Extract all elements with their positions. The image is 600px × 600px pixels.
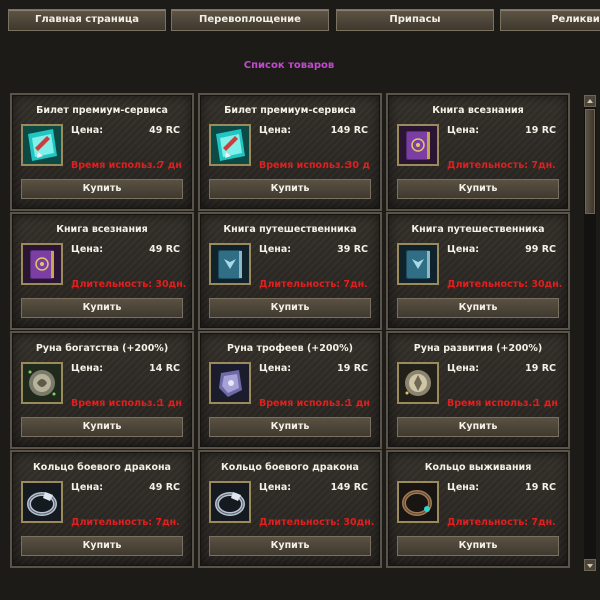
- buy-button[interactable]: Купить: [397, 417, 559, 437]
- duration-label: Длительность: 30дн.: [259, 517, 375, 528]
- knowledge-book-icon: [397, 124, 439, 166]
- buy-button[interactable]: Купить: [21, 298, 183, 318]
- dragon-ring-icon: [209, 481, 251, 523]
- price-label: Цена:: [259, 482, 292, 493]
- price-label: Цена:: [259, 363, 292, 374]
- scroll-down-arrow-icon[interactable]: [584, 559, 596, 571]
- product-card: Руна богатства (+200%) Цена: 14 RC Время ис…: [10, 331, 194, 449]
- product-card: Книга всезнания Цена: 49 RC Длительность: 3…: [10, 212, 194, 330]
- duration-label: Длительность: 30дн.: [71, 279, 187, 290]
- traveler-book-icon: [397, 243, 439, 285]
- product-card: Кольцо выживания Цена: 19 RC Длительность: …: [386, 450, 570, 568]
- scroll-thumb[interactable]: [585, 109, 595, 214]
- product-name: Руна трофеев (+200%): [227, 343, 353, 354]
- buy-button[interactable]: Купить: [21, 417, 183, 437]
- price-value: 19 RC: [525, 363, 556, 374]
- dragon-ring-icon: [21, 481, 63, 523]
- price-label: Цена:: [259, 125, 292, 136]
- product-card: Книга путешественника Цена: 39 RC Длительно…: [198, 212, 382, 330]
- price-value: 49 RC: [149, 125, 180, 136]
- duration-label: Длительность: 7дн.: [447, 517, 556, 528]
- price-value: 19 RC: [525, 125, 556, 136]
- product-name: Кольцо выживания: [424, 462, 532, 473]
- product-name: Билет премиум-сервиса: [36, 105, 168, 116]
- price-value: 49 RC: [149, 244, 180, 255]
- duration-value: 7 дн: [157, 160, 182, 171]
- duration-label: Время использ.:: [447, 398, 536, 409]
- premium-ticket-icon: [209, 124, 251, 166]
- duration-label: Время использ.:: [71, 398, 160, 409]
- knowledge-book-icon: [21, 243, 63, 285]
- top-nav-tabs: Главная страница Перевоплощение Припасы …: [0, 9, 600, 31]
- price-label: Цена:: [447, 363, 480, 374]
- price-label: Цена:: [71, 125, 104, 136]
- tab-home[interactable]: Главная страница: [8, 9, 166, 31]
- duration-value: 1 дн: [533, 398, 558, 409]
- price-label: Цена:: [447, 125, 480, 136]
- duration-label: Длительность: 7дн.: [259, 279, 368, 290]
- price-value: 39 RC: [337, 244, 368, 255]
- product-name: Книга путешественника: [411, 224, 545, 235]
- buy-button[interactable]: Купить: [397, 536, 559, 556]
- product-card: Билет премиум-сервиса Цена: 49 RC Время исп…: [10, 93, 194, 211]
- product-card: Руна развития (+200%) Цена: 19 RC Время исп…: [386, 331, 570, 449]
- duration-label: Длительность: 7дн.: [447, 160, 556, 171]
- product-name: Кольцо боевого дракона: [33, 462, 171, 473]
- product-name: Кольцо боевого дракона: [221, 462, 359, 473]
- buy-button[interactable]: Купить: [21, 536, 183, 556]
- tab-transformation[interactable]: Перевоплощение: [171, 9, 329, 31]
- duration-label: Время использ.:: [259, 398, 348, 409]
- buy-button[interactable]: Купить: [209, 298, 371, 318]
- duration-label: Длительность: 7дн.: [71, 517, 180, 528]
- duration-value: 1 дн: [345, 398, 370, 409]
- price-label: Цена:: [71, 363, 104, 374]
- product-card: Билет премиум-сервиса Цена: 149 RC Время ис…: [198, 93, 382, 211]
- price-label: Цена:: [71, 482, 104, 493]
- trophy-rune-icon: [209, 362, 251, 404]
- product-name: Книга всезнания: [432, 105, 524, 116]
- price-value: 19 RC: [525, 482, 556, 493]
- product-card: Книга путешественника Цена: 99 RC Длительно…: [386, 212, 570, 330]
- buy-button[interactable]: Купить: [209, 179, 371, 199]
- scrollbar[interactable]: [584, 95, 596, 571]
- duration-label: Длительность: 30дн.: [447, 279, 563, 290]
- buy-button[interactable]: Купить: [209, 536, 371, 556]
- duration-label: Время использ.:: [71, 160, 160, 171]
- buy-button[interactable]: Купить: [21, 179, 183, 199]
- growth-rune-icon: [397, 362, 439, 404]
- price-value: 14 RC: [149, 363, 180, 374]
- buy-button[interactable]: Купить: [209, 417, 371, 437]
- price-label: Цена:: [447, 244, 480, 255]
- price-value: 99 RC: [525, 244, 556, 255]
- survival-ring-icon: [397, 481, 439, 523]
- buy-button[interactable]: Купить: [397, 298, 559, 318]
- price-value: 49 RC: [149, 482, 180, 493]
- product-name: Руна богатства (+200%): [35, 343, 169, 354]
- product-card: Руна трофеев (+200%) Цена: 19 RC Время испо…: [198, 331, 382, 449]
- price-value: 149 RC: [330, 482, 368, 493]
- duration-label: Время использ.:: [259, 160, 348, 171]
- price-label: Цена:: [71, 244, 104, 255]
- product-name: Книга всезнания: [56, 224, 148, 235]
- product-name: Книга путешественника: [223, 224, 357, 235]
- duration-value: 1 дн: [157, 398, 182, 409]
- price-value: 19 RC: [337, 363, 368, 374]
- price-label: Цена:: [259, 244, 292, 255]
- product-name: Руна развития (+200%): [413, 343, 543, 354]
- product-card: Книга всезнания Цена: 19 RC Длительность: 7…: [386, 93, 570, 211]
- price-value: 149 RC: [330, 125, 368, 136]
- product-list-title: Список товаров: [243, 60, 335, 71]
- product-card: Кольцо боевого дракона Цена: 149 RC Длитель…: [198, 450, 382, 568]
- product-card: Кольцо боевого дракона Цена: 49 RC Длительн…: [10, 450, 194, 568]
- traveler-book-icon: [209, 243, 251, 285]
- product-name: Билет премиум-сервиса: [224, 105, 356, 116]
- tab-supplies[interactable]: Припасы: [336, 9, 494, 31]
- premium-ticket-icon: [21, 124, 63, 166]
- wealth-rune-icon: [21, 362, 63, 404]
- duration-value: 30 д: [345, 160, 370, 171]
- scroll-up-arrow-icon[interactable]: [584, 95, 596, 107]
- tab-relics[interactable]: Реликвии: [500, 9, 600, 31]
- price-label: Цена:: [447, 482, 480, 493]
- buy-button[interactable]: Купить: [397, 179, 559, 199]
